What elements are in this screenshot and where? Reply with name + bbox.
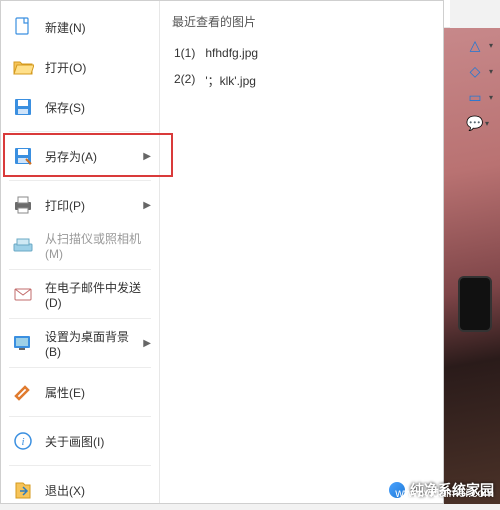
menu-item-label: 属性(E) [45, 384, 151, 401]
properties-icon [11, 380, 35, 404]
menu-item-about[interactable]: i 关于画图(I) [1, 421, 159, 461]
svg-text:i: i [21, 436, 24, 448]
menu-separator [9, 180, 151, 181]
menu-item-label: 另存为(A) [45, 148, 143, 165]
file-menu-items: 新建(N) 打开(O) 保存(S) 另存为(A) ▶ [1, 1, 159, 503]
watermark-url: www.yidaimei.com [395, 486, 494, 500]
menu-separator [9, 131, 151, 132]
menu-item-label: 从扫描仪或照相机(M) [45, 230, 151, 261]
menu-item-label: 新建(N) [45, 19, 151, 36]
menu-item-label: 打开(O) [45, 59, 151, 76]
recent-file-name: '；klk'.jpg [205, 72, 256, 89]
recent-file-item[interactable]: 2(2) '；klk'.jpg [168, 66, 435, 95]
open-folder-icon [11, 55, 35, 79]
menu-item-label: 在电子邮件中发送(D) [45, 279, 151, 310]
submenu-arrow-icon: ▶ [143, 151, 151, 162]
menu-separator [9, 269, 151, 270]
rounded-rect-shape-icon[interactable]: ▭▾ [465, 90, 485, 104]
wallpaper-icon [11, 331, 35, 355]
callout-shape-icon[interactable]: 💬▾ [465, 116, 485, 130]
menu-item-properties[interactable]: 属性(E) [1, 372, 159, 412]
new-file-icon [11, 15, 35, 39]
menu-separator [9, 367, 151, 368]
menu-item-print[interactable]: 打印(P) ▶ [1, 185, 159, 225]
recent-file-item[interactable]: 1(1) hfhdfg.jpg [168, 40, 435, 66]
menu-separator [9, 465, 151, 466]
recent-file-name: hfhdfg.jpg [205, 46, 258, 60]
menu-item-new[interactable]: 新建(N) [1, 7, 159, 47]
triangle-shape-icon[interactable]: △▾ [465, 38, 485, 52]
menu-item-save[interactable]: 保存(S) [1, 87, 159, 127]
scanner-icon [11, 233, 35, 257]
file-menu-dropdown: 新建(N) 打开(O) 保存(S) 另存为(A) ▶ [0, 0, 444, 504]
menu-item-exit[interactable]: 退出(X) [1, 470, 159, 510]
menu-separator [9, 318, 151, 319]
menu-separator [9, 416, 151, 417]
menu-item-scanner[interactable]: 从扫描仪或照相机(M) [1, 225, 159, 265]
save-as-icon [11, 144, 35, 168]
menu-item-label: 保存(S) [45, 99, 151, 116]
about-icon: i [11, 429, 35, 453]
exit-icon [11, 478, 35, 502]
menu-item-set-wallpaper[interactable]: 设置为桌面背景(B) ▶ [1, 323, 159, 363]
menu-item-label: 打印(P) [45, 197, 143, 214]
menu-item-save-as[interactable]: 另存为(A) ▶ [1, 136, 159, 176]
submenu-arrow-icon: ▶ [143, 338, 151, 349]
print-icon [11, 193, 35, 217]
menu-item-label: 关于画图(I) [45, 433, 151, 450]
submenu-arrow-icon: ▶ [143, 200, 151, 211]
email-icon [11, 282, 35, 306]
recent-file-index: 2(2) [174, 72, 195, 89]
menu-item-send-email[interactable]: 在电子邮件中发送(D) [1, 274, 159, 314]
menu-item-label: 设置为桌面背景(B) [45, 328, 143, 359]
recent-files-title: 最近查看的图片 [168, 11, 435, 40]
recent-files-panel: 最近查看的图片 1(1) hfhdfg.jpg 2(2) '；klk'.jpg [159, 1, 443, 503]
diamond-shape-icon[interactable]: ◇▾ [465, 64, 485, 78]
menu-item-label: 退出(X) [45, 482, 151, 499]
shape-tools-panel: △▾ ◇▾ ▭▾ 💬▾ [450, 30, 500, 138]
save-icon [11, 95, 35, 119]
recent-file-index: 1(1) [174, 46, 195, 60]
menu-item-open[interactable]: 打开(O) [1, 47, 159, 87]
